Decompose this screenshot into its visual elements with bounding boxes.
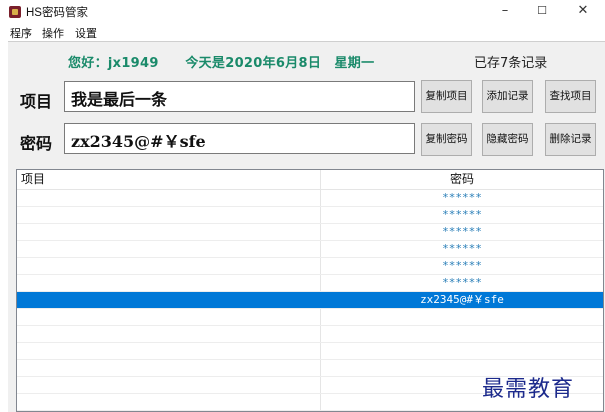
window-title: HS密码管家 [26,7,88,19]
record-count: 已存7条记录 [474,56,548,71]
row-password-cell: ****** [442,276,482,289]
table-row[interactable]: zx2345@#￥sfe [17,292,603,309]
empty-row [17,343,603,360]
watermark-text: 最需教育 [482,377,575,402]
copy-item-button[interactable]: 复制项目 [421,80,472,113]
column-header-item[interactable]: 项目 [21,170,45,189]
table-row[interactable]: ****** [17,241,603,258]
close-button[interactable]: ✕ [573,3,593,19]
menu-operation[interactable]: 操作 [42,25,64,41]
item-label: 项目 [20,92,53,111]
hide-password-button[interactable]: 隐藏密码 [482,123,533,156]
row-password-cell: ****** [442,259,482,272]
list-header: 项目 密码 [17,170,603,190]
column-header-password[interactable]: 密码 [321,170,603,189]
main-panel: 您好：jx1949 今天是2020年6月8日 星期一 已存7条记录 项目 我是最… [8,41,605,412]
table-row[interactable]: ****** [17,224,603,241]
row-password-cell: ****** [442,208,482,221]
table-row[interactable]: ****** [17,207,603,224]
item-input[interactable]: 我是最后一条 [64,81,415,112]
add-record-button[interactable]: 添加记录 [482,80,533,113]
row-password-cell: ****** [442,191,482,204]
delete-record-button[interactable]: 删除记录 [545,123,596,156]
table-row[interactable]: ****** [17,275,603,292]
row-password-cell: ****** [442,225,482,238]
copy-password-button[interactable]: 复制密码 [421,123,472,156]
menu-settings[interactable]: 设置 [75,25,97,41]
find-item-button[interactable]: 查找项目 [545,80,596,113]
minimize-button[interactable]: – [495,3,515,19]
table-row[interactable]: ****** [17,258,603,275]
row-password-cell: ****** [442,242,482,255]
password-input[interactable]: zx2345@#￥sfe [64,123,415,154]
menu-bar: 程序 操作 设置 [0,24,605,40]
table-row[interactable]: ****** [17,190,603,207]
app-icon [9,6,21,18]
empty-row [17,309,603,326]
password-label: 密码 [20,134,53,153]
empty-row [17,326,603,343]
greeting-text: 您好：jx1949 今天是2020年6月8日 星期一 [68,56,375,71]
maximize-button[interactable]: ☐ [532,3,552,19]
menu-program[interactable]: 程序 [10,25,32,41]
row-password-cell: zx2345@#￥sfe [420,293,504,306]
title-bar: HS密码管家 – ☐ ✕ [0,0,605,24]
